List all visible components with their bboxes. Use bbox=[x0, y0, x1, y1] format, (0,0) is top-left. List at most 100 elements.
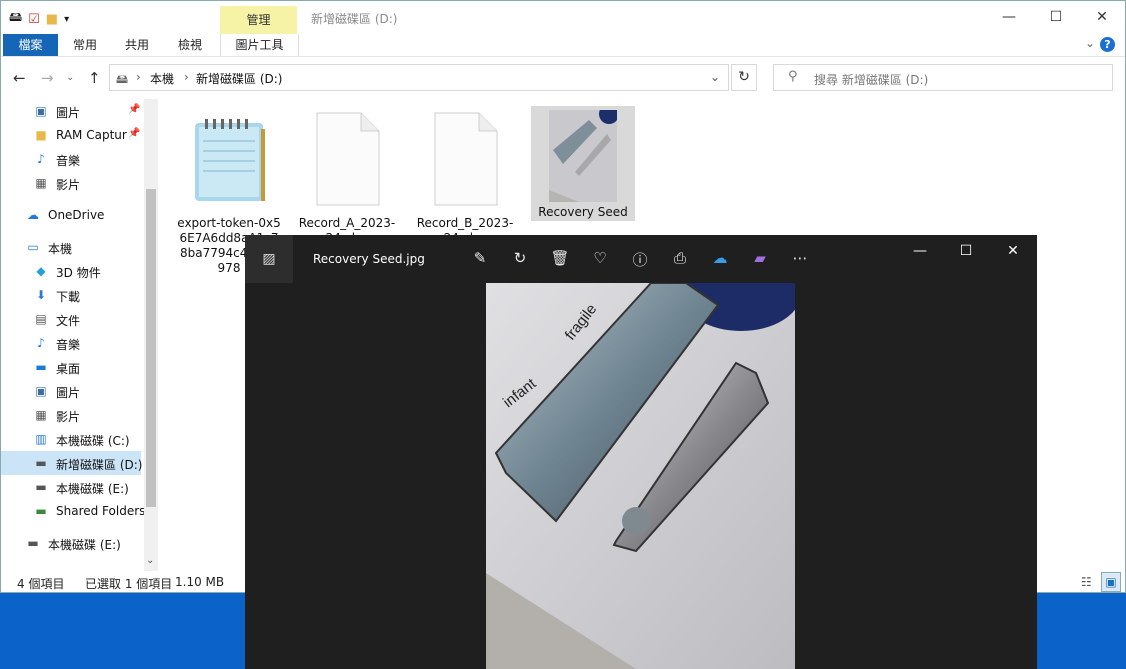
sidebar-item-label: 本機磁碟 (C:) bbox=[56, 434, 130, 448]
onedrive-icon: ☁ bbox=[27, 208, 39, 222]
drive-icon: ▬ bbox=[35, 480, 47, 494]
delete-icon[interactable]: 🗑 bbox=[549, 249, 571, 269]
viewer-toolbar: ▨ Recovery Seed.jpg ✎ ↻ 🗑 ♡ ⓘ ⎙ ☁ ▰ ⋯ — … bbox=[245, 235, 1037, 283]
print-icon[interactable]: ⎙ bbox=[669, 249, 691, 269]
new-folder-icon[interactable]: ■ bbox=[46, 12, 58, 27]
sidebar-item-this-pc[interactable]: ▭ 本機 bbox=[1, 235, 141, 259]
properties-icon[interactable]: ☑ bbox=[28, 12, 40, 27]
sidebar-item-label: RAM Captur bbox=[56, 128, 127, 142]
edit-image-icon[interactable]: ✎ bbox=[469, 249, 491, 269]
favorite-icon[interactable]: ♡ bbox=[589, 249, 611, 269]
sidebar-item-ram-capture[interactable]: ■ RAM Captur 📌 bbox=[1, 123, 141, 147]
maximize-icon[interactable]: ☐ bbox=[1033, 1, 1079, 34]
scrollbar-thumb[interactable] bbox=[146, 189, 156, 507]
maximize-icon[interactable]: ☐ bbox=[943, 243, 989, 263]
tab-file[interactable]: 檔案 bbox=[3, 34, 58, 56]
back-icon[interactable]: ← bbox=[13, 69, 26, 87]
sidebar-item-label: OneDrive bbox=[48, 208, 105, 222]
music-icon: ♪ bbox=[37, 152, 45, 166]
sidebar-item-label: 下載 bbox=[56, 290, 81, 304]
sidebar-item-drive-e-2[interactable]: ▬ 本機磁碟 (E:) bbox=[1, 531, 141, 555]
tab-home[interactable]: 常用 bbox=[63, 34, 107, 56]
tab-picture-tools[interactable]: 圖片工具 bbox=[220, 34, 299, 56]
close-icon[interactable]: ✕ bbox=[990, 243, 1036, 263]
sidebar-item-videos-2[interactable]: ▦ 影片 bbox=[1, 403, 141, 427]
sidebar-item-videos[interactable]: ▦ 影片 bbox=[1, 171, 141, 195]
sidebar-item-music[interactable]: ♪ 音樂 bbox=[1, 147, 141, 171]
sidebar-item-music-2[interactable]: ♪ 音樂 bbox=[1, 331, 141, 355]
pin-icon: 📌 bbox=[128, 128, 141, 139]
minimize-icon[interactable]: — bbox=[897, 243, 943, 263]
chevron-right-icon[interactable]: › bbox=[184, 70, 189, 84]
recovery-seed-photo: fragile infant bbox=[486, 283, 795, 669]
sidebar-item-onedrive[interactable]: ☁ OneDrive bbox=[1, 203, 141, 227]
gallery-icon[interactable]: ▨ bbox=[245, 235, 293, 283]
sidebar-item-downloads[interactable]: ⬇ 下載 bbox=[1, 283, 141, 307]
tab-share[interactable]: 共用 bbox=[115, 34, 159, 56]
drive-icon: ▬ bbox=[35, 456, 47, 470]
refresh-icon[interactable]: ↻ bbox=[731, 64, 757, 91]
large-icons-view-icon[interactable]: ▣ bbox=[1101, 572, 1121, 592]
clipchamp-icon[interactable]: ▰ bbox=[749, 249, 771, 269]
sidebar-item-label: 影片 bbox=[56, 178, 81, 192]
sidebar-item-label: 3D 物件 bbox=[56, 266, 101, 280]
details-view-icon[interactable]: ☷ bbox=[1081, 575, 1092, 589]
sidebar-item-documents[interactable]: ▤ 文件 bbox=[1, 307, 141, 331]
breadcrumb-drive-d[interactable]: 新增磁碟區 (D:) bbox=[196, 70, 282, 87]
sidebar-item-3d-objects[interactable]: ◆ 3D 物件 bbox=[1, 259, 141, 283]
pin-icon: 📌 bbox=[128, 104, 141, 115]
sidebar-item-label: 圖片 bbox=[56, 106, 81, 120]
customize-toolbar-icon[interactable]: ▾ bbox=[64, 14, 69, 25]
pictures-icon: ▣ bbox=[35, 384, 47, 398]
sidebar-item-desktop[interactable]: ▬ 桌面 bbox=[1, 355, 141, 379]
sidebar-item-drive-d[interactable]: ▬ 新增磁碟區 (D:) bbox=[1, 451, 143, 475]
pictures-icon: ▣ bbox=[35, 104, 47, 118]
tab-view[interactable]: 檢視 bbox=[168, 34, 212, 56]
search-box[interactable]: ⚲ 搜尋 新增磁碟區 (D:) bbox=[773, 64, 1113, 91]
sidebar-item-label: 音樂 bbox=[56, 154, 81, 168]
sidebar-item-label: Shared Folders bbox=[56, 504, 146, 518]
sidebar-item-label: 本機磁碟 (E:) bbox=[48, 538, 121, 552]
quick-access-toolbar: 🖴 ☑ ■ ▾ bbox=[9, 8, 69, 30]
chevron-right-icon[interactable]: › bbox=[136, 70, 141, 84]
more-options-icon[interactable]: ⋯ bbox=[789, 249, 811, 269]
manage-tab[interactable]: 管理 bbox=[220, 6, 297, 34]
documents-icon: ▤ bbox=[35, 312, 47, 326]
recent-locations-icon[interactable]: ⌄ bbox=[66, 72, 74, 83]
expand-ribbon-icon[interactable]: ⌄ bbox=[1085, 36, 1095, 50]
sidebar-item-pictures-pinned[interactable]: ▣ 圖片 📌 bbox=[1, 99, 141, 123]
photo-display: fragile infant bbox=[486, 283, 795, 669]
search-icon: ⚲ bbox=[788, 69, 798, 84]
scroll-down-icon[interactable]: ⌄ bbox=[146, 555, 154, 566]
drive-icon[interactable]: 🖴 bbox=[9, 8, 22, 30]
item-count: 4 個項目 bbox=[17, 577, 65, 591]
window-title: 新增磁碟區 (D:) bbox=[311, 12, 398, 26]
title-bar: 🖴 ☑ ■ ▾ 管理 新增磁碟區 (D:) — ☐ ✕ bbox=[1, 1, 1125, 34]
sidebar-item-shared-folders[interactable]: ▬ Shared Folders bbox=[1, 499, 145, 523]
file-item-record-b[interactable]: Record_B_2023-24.xlsx bbox=[413, 109, 517, 245]
info-icon[interactable]: ⓘ bbox=[629, 249, 651, 269]
minimize-icon[interactable]: — bbox=[986, 1, 1032, 34]
drive-icon: ▬ bbox=[27, 536, 39, 550]
up-icon[interactable]: ↑ bbox=[88, 69, 101, 87]
rotate-icon[interactable]: ↻ bbox=[509, 249, 531, 269]
address-bar[interactable]: 🖴 › 本機 › 新增磁碟區 (D:) ⌄ bbox=[109, 64, 729, 91]
breadcrumb-this-pc[interactable]: 本機 bbox=[150, 70, 174, 87]
videos-icon: ▦ bbox=[35, 176, 47, 190]
navigation-scrollbar[interactable]: ⌄ bbox=[144, 99, 158, 571]
downloads-icon: ⬇ bbox=[35, 288, 47, 302]
help-icon[interactable]: ? bbox=[1100, 37, 1115, 52]
navigation-pane: ▣ 圖片 📌 ■ RAM Captur 📌 ♪ 音樂 ▦ 影片 ☁ OneDri… bbox=[1, 99, 159, 571]
chevron-down-icon[interactable]: ⌄ bbox=[710, 70, 720, 84]
close-icon[interactable]: ✕ bbox=[1079, 1, 1125, 34]
network-drive-icon: ▬ bbox=[35, 504, 47, 518]
sidebar-item-drive-e[interactable]: ▬ 本機磁碟 (E:) bbox=[1, 475, 141, 499]
onedrive-off-icon[interactable]: ☁ bbox=[709, 249, 731, 269]
drive-icon: 🖴 bbox=[116, 72, 129, 86]
sidebar-item-drive-c[interactable]: ▥ 本機磁碟 (C:) bbox=[1, 427, 141, 451]
sidebar-item-label: 新增磁碟區 (D:) bbox=[56, 458, 143, 472]
sidebar-item-pictures[interactable]: ▣ 圖片 bbox=[1, 379, 141, 403]
forward-icon[interactable]: → bbox=[41, 69, 54, 87]
file-item-recovery-seed[interactable]: Recovery Seed bbox=[531, 104, 635, 221]
file-item-record-a[interactable]: Record_A_2023-24.xlsx bbox=[295, 109, 399, 245]
